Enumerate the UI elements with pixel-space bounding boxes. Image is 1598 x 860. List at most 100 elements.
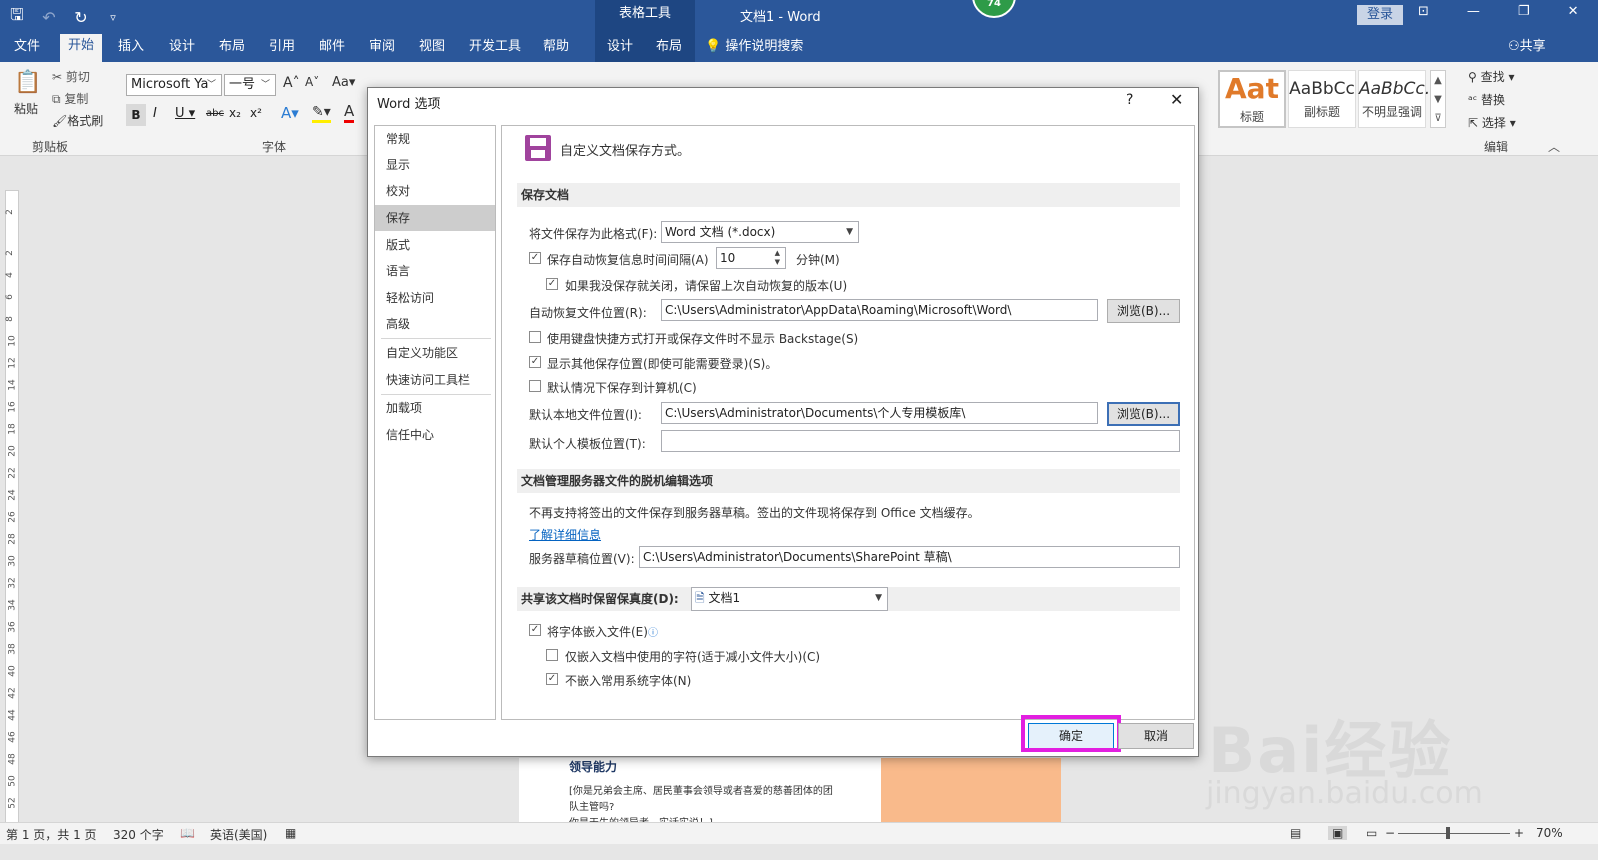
replace-button[interactable]: ᵃᶜ 替换 [1468, 91, 1505, 108]
tab-layout[interactable]: 布局 [211, 36, 253, 62]
tab-developer[interactable]: 开发工具 [461, 36, 529, 62]
font-size-box[interactable]: 一号 ﹀ [224, 74, 276, 96]
save-to-computer-checkbox[interactable] [529, 380, 541, 392]
save-icon[interactable]: 🖫 [8, 4, 26, 31]
tab-insert[interactable]: 插入 [110, 36, 152, 62]
ar-location-input[interactable]: C:\Users\Administrator\AppData\Roaming\M… [661, 299, 1098, 321]
restore-icon[interactable]: ❐ [1518, 4, 1530, 19]
select-button[interactable]: ⇱ 选择 ▾ [1468, 114, 1516, 131]
nav-layout[interactable]: 版式 [375, 232, 495, 258]
italic-icon[interactable]: I [153, 106, 157, 121]
nav-customize-ribbon[interactable]: 自定义功能区 [375, 340, 495, 366]
nav-advanced[interactable]: 高级 [375, 311, 495, 337]
text-effects-icon[interactable]: A▾ [281, 104, 299, 122]
grow-font-icon[interactable]: A˄ [283, 75, 300, 91]
keep-last-checkbox[interactable]: ✓ [546, 278, 558, 290]
help-icon[interactable]: ? [1126, 92, 1133, 108]
tell-me-search[interactable]: 💡 操作说明搜索 [697, 36, 811, 62]
font-name-box[interactable]: Microsoft Ya ﹀ [126, 74, 222, 96]
no-common-fonts-checkbox[interactable]: ✓ [546, 673, 558, 685]
font-color-icon[interactable]: A [344, 102, 355, 123]
show-other-locations-checkbox[interactable]: ✓ [529, 356, 541, 368]
zoom-slider[interactable] [1398, 833, 1510, 834]
nav-general[interactable]: 常规 [375, 126, 495, 152]
tab-help[interactable]: 帮助 [535, 36, 577, 62]
tab-table-layout[interactable]: 布局 [648, 36, 690, 62]
web-layout-icon[interactable]: ▭ [1366, 826, 1377, 840]
copy-button[interactable]: ⧉ 复制 [52, 90, 88, 107]
template-location-input[interactable] [661, 430, 1180, 452]
subscript-icon[interactable]: x₂ [229, 106, 241, 120]
document-page[interactable]: 领导能力 [你是兄弟会主席、居民董事会领导或者喜爱的慈善团体的团 队主管吗? 你… [519, 758, 1061, 822]
superscript-icon[interactable]: x² [250, 106, 262, 120]
close-icon[interactable]: ✕ [1568, 4, 1579, 19]
tab-table-design[interactable]: 设计 [599, 36, 641, 62]
embed-fonts-checkbox[interactable]: ✓ [529, 624, 541, 636]
highlight-icon[interactable]: ✎▾ [312, 104, 331, 123]
login-button[interactable]: 登录 [1357, 5, 1403, 25]
paste-icon[interactable]: 📋 [14, 70, 41, 95]
zoom-out-icon[interactable]: − [1385, 826, 1395, 840]
tab-mailings[interactable]: 邮件 [311, 36, 353, 62]
spinner-icon[interactable]: ▲ ▼ [775, 249, 780, 267]
find-button[interactable]: ⚲ 查找 ▾ [1468, 68, 1514, 85]
autorecover-minutes-input[interactable]: 10 ▲ ▼ [716, 247, 786, 269]
tab-home[interactable]: 开始 [60, 34, 103, 62]
tab-view[interactable]: 视图 [411, 36, 453, 62]
print-layout-icon[interactable]: ▣ [1328, 826, 1348, 840]
tab-design[interactable]: 设计 [161, 36, 203, 62]
format-painter-button[interactable]: 🖌格式刷 [52, 112, 103, 129]
language[interactable]: 英语(美国) [210, 826, 267, 843]
fidelity-document-dropdown[interactable]: 🗎 文档1 ▼ [691, 587, 888, 611]
cancel-button[interactable]: 取消 [1118, 723, 1194, 749]
autorecover-checkbox[interactable]: ✓ [529, 252, 541, 264]
zoom-slider-thumb[interactable] [1446, 827, 1450, 839]
style-subtitle[interactable]: AaBbCc 副标题 [1288, 70, 1356, 128]
customize-icon[interactable]: ▿ [104, 11, 122, 24]
zoom-in-icon[interactable]: + [1514, 826, 1524, 840]
nav-addins[interactable]: 加载项 [375, 395, 495, 421]
ruler-number: 26 [7, 511, 18, 523]
nav-display[interactable]: 显示 [375, 152, 495, 178]
redo-icon[interactable]: ↻ [72, 8, 90, 27]
collapse-ribbon-icon[interactable]: ︿ [1548, 138, 1560, 155]
word-count[interactable]: 320 个字 [113, 826, 164, 843]
undo-icon[interactable]: ↶ [40, 8, 58, 27]
tab-review[interactable]: 审阅 [361, 36, 403, 62]
cut-button[interactable]: ✂ 剪切 [52, 68, 90, 85]
embed-used-only-checkbox[interactable] [546, 649, 558, 661]
paste-label[interactable]: 粘贴 [14, 100, 38, 117]
nav-language[interactable]: 语言 [375, 258, 495, 284]
nav-accessibility[interactable]: 轻松访问 [375, 285, 495, 311]
bold-icon[interactable]: B [126, 104, 146, 126]
macro-icon[interactable]: ▦ [285, 826, 296, 840]
local-location-input[interactable]: C:\Users\Administrator\Documents\个人专用模板库… [661, 402, 1098, 424]
browse-button-autorecover[interactable]: 浏览(B)... [1107, 299, 1180, 323]
page-count[interactable]: 第 1 页，共 1 页 [6, 826, 97, 843]
close-icon[interactable]: ✕ [1170, 90, 1183, 109]
no-backstage-checkbox[interactable] [529, 331, 541, 343]
proofing-icon[interactable]: 📖 [180, 826, 195, 840]
share-button[interactable]: ⚇共享 [1500, 36, 1554, 62]
nav-proofing[interactable]: 校对 [375, 178, 495, 204]
style-subtle-emphasis[interactable]: AaBbCc. 不明显强调 [1358, 70, 1430, 128]
underline-icon[interactable]: U ▾ [175, 106, 195, 121]
style-title[interactable]: Aat 标题 [1218, 70, 1286, 128]
change-case-icon[interactable]: Aa▾ [332, 75, 355, 90]
strikethrough-icon[interactable]: abc [206, 108, 224, 119]
drafts-location-input[interactable]: C:\Users\Administrator\Documents\SharePo… [639, 546, 1180, 568]
nav-quick-access[interactable]: 快速访问工具栏 [375, 367, 495, 393]
ribbon-display-icon[interactable]: ⊡ [1418, 4, 1429, 19]
browse-button-local[interactable]: 浏览(B)... [1107, 402, 1180, 426]
tab-references[interactable]: 引用 [261, 36, 303, 62]
zoom-level[interactable]: 70% [1536, 826, 1563, 840]
nav-trust-center[interactable]: 信任中心 [375, 422, 495, 448]
tab-file[interactable]: 文件 [6, 36, 48, 62]
styles-scroll[interactable]: ▲ ▼ ⊽ [1430, 70, 1446, 128]
save-format-dropdown[interactable]: Word 文档 (*.docx) ▼ [661, 221, 859, 243]
nav-save[interactable]: 保存 [375, 205, 495, 231]
learn-more-link[interactable]: 了解详细信息 [529, 526, 601, 543]
shrink-font-icon[interactable]: A˅ [305, 75, 319, 89]
minimize-icon[interactable]: — [1467, 4, 1480, 19]
read-mode-icon[interactable]: ▤ [1290, 826, 1301, 840]
